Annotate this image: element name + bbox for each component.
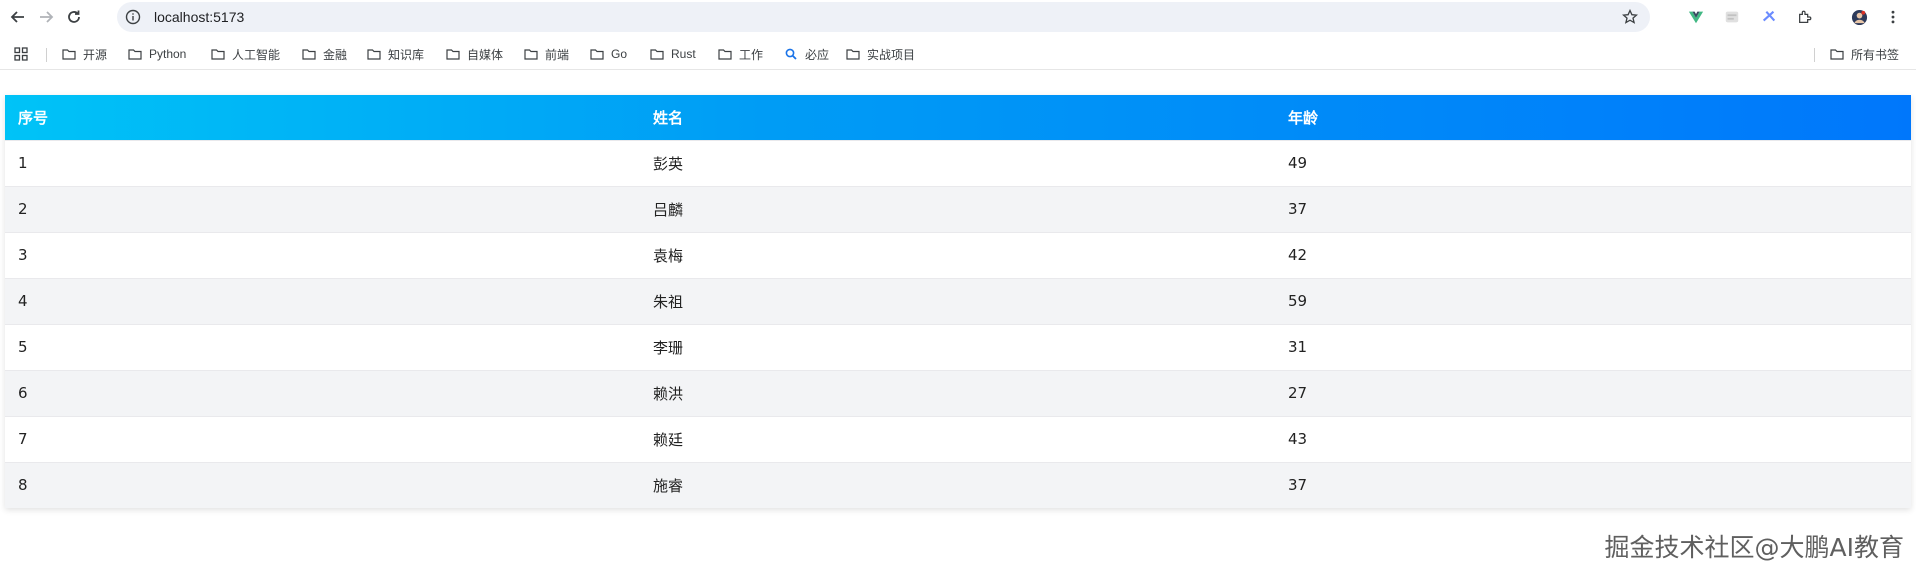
bookmark-folder[interactable]: 自媒体 <box>446 44 503 64</box>
cell-index: 1 <box>5 139 640 186</box>
cell-name: 施睿 <box>640 461 1275 508</box>
bookmark-folder[interactable]: 知识库 <box>367 44 424 64</box>
cell-name: 彭英 <box>640 139 1275 186</box>
folder-icon <box>211 49 225 60</box>
cell-age: 49 <box>1275 139 1911 186</box>
search-icon <box>785 48 797 60</box>
folder-icon <box>446 49 460 60</box>
cell-age: 37 <box>1275 461 1911 508</box>
bookmark-star-icon[interactable] <box>1622 9 1638 25</box>
profile-avatar-icon[interactable] <box>1850 8 1868 26</box>
cell-name: 袁梅 <box>640 231 1275 278</box>
bookmark-folder[interactable]: 实战项目 <box>846 44 915 64</box>
bookmark-label: Python <box>149 47 187 61</box>
table-row: 4 朱祖 59 <box>5 277 1911 324</box>
cell-age: 31 <box>1275 323 1911 370</box>
all-bookmarks-label: 所有书签 <box>1851 47 1900 62</box>
url-text: localhost:5173 <box>154 9 245 25</box>
bookmark-folder[interactable]: 人工智能 <box>211 44 280 64</box>
cell-index: 5 <box>5 323 640 370</box>
cell-name: 李珊 <box>640 323 1275 370</box>
cell-name: 吕麟 <box>640 185 1275 232</box>
bookmark-folder[interactable]: Go <box>590 44 627 64</box>
bookmark-label: 金融 <box>323 47 348 62</box>
cell-index: 8 <box>5 461 640 508</box>
cell-name: 赖廷 <box>640 415 1275 462</box>
folder-icon <box>128 49 142 60</box>
table-row: 3 袁梅 42 <box>5 231 1911 278</box>
cell-index: 7 <box>5 415 640 462</box>
more-menu-icon[interactable] <box>1884 8 1902 26</box>
bookmark-folder[interactable]: Rust <box>650 44 696 64</box>
apps-grid-icon[interactable] <box>14 44 35 64</box>
bookmark-label: 必应 <box>805 47 830 62</box>
cell-index: 3 <box>5 231 640 278</box>
table-row: 2 吕麟 37 <box>5 185 1911 232</box>
cell-age: 27 <box>1275 369 1911 416</box>
puzzle-icon[interactable] <box>1796 8 1814 26</box>
folder-icon <box>718 49 732 60</box>
data-table: 序号 姓名 年龄 1 彭英 49 2 吕麟 37 3 袁梅 42 4 朱祖 59 5 李珊 31 6… <box>5 95 1911 508</box>
extension-icon[interactable] <box>1723 8 1741 26</box>
table-header-row: 序号 姓名 年龄 <box>5 95 1911 140</box>
bookmark-label: 实战项目 <box>867 47 916 62</box>
bookmarks-separator <box>46 48 47 62</box>
bookmark-label: 知识库 <box>388 47 425 62</box>
table-row: 8 施睿 37 <box>5 461 1911 508</box>
table-row: 6 赖洪 27 <box>5 369 1911 416</box>
bookmark-folder[interactable]: 开源 <box>62 44 107 64</box>
bookmark-label: 人工智能 <box>232 47 281 62</box>
bookmark-label: Rust <box>671 47 696 61</box>
folder-icon <box>62 49 76 60</box>
folder-icon <box>524 49 538 60</box>
back-button[interactable] <box>6 5 30 29</box>
table-row: 1 彭英 49 <box>5 139 1911 186</box>
reload-button[interactable] <box>62 5 86 29</box>
cell-index: 2 <box>5 185 640 232</box>
cell-name: 朱祖 <box>640 277 1275 324</box>
translate-extension-icon[interactable] <box>1760 8 1778 26</box>
bookmark-folder[interactable]: 金融 <box>302 44 347 64</box>
cell-index: 4 <box>5 277 640 324</box>
bookmark-folder[interactable]: 工作 <box>718 44 763 64</box>
cell-age: 37 <box>1275 185 1911 232</box>
bookmark-folder[interactable]: 前端 <box>524 44 569 64</box>
arrow-right-icon <box>40 11 54 23</box>
bookmarks-separator <box>1814 48 1815 62</box>
folder-icon <box>590 49 604 60</box>
table-row: 5 李珊 31 <box>5 323 1911 370</box>
bookmark-label: 工作 <box>739 47 764 62</box>
folder-icon <box>650 49 664 60</box>
reload-icon <box>68 10 80 23</box>
all-bookmarks-folder[interactable]: 所有书签 <box>1830 44 1899 64</box>
bookmark-folder[interactable]: Python <box>128 44 186 64</box>
header-index: 序号 <box>18 108 49 127</box>
cell-age: 42 <box>1275 231 1911 278</box>
folder-icon <box>367 49 381 60</box>
cell-age: 43 <box>1275 415 1911 462</box>
folder-icon <box>1830 49 1844 60</box>
bookmark-link[interactable]: 必应 <box>784 44 829 64</box>
table-row: 7 赖廷 43 <box>5 415 1911 462</box>
watermark: 掘金技术社区@大鹏AI教育 <box>1604 533 1904 562</box>
header-name: 姓名 <box>653 108 684 127</box>
bookmark-label: 开源 <box>83 47 108 62</box>
info-icon[interactable] <box>125 9 141 25</box>
cell-index: 6 <box>5 369 640 416</box>
cell-age: 59 <box>1275 277 1911 324</box>
folder-icon <box>846 49 860 60</box>
vue-devtools-icon[interactable] <box>1687 8 1705 26</box>
bookmarks-bar: 开源 Python 人工智能 金融 知识库 自媒体 前端 Go Rust 工作 … <box>0 38 1916 70</box>
address-bar[interactable]: localhost:5173 <box>117 2 1650 32</box>
forward-button[interactable] <box>34 5 58 29</box>
header-age: 年龄 <box>1288 108 1319 127</box>
bookmark-label: 自媒体 <box>467 47 504 62</box>
browser-toolbar: localhost:5173 <box>0 0 1916 34</box>
arrow-left-icon <box>10 11 24 23</box>
folder-icon <box>302 49 316 60</box>
bookmark-label: 前端 <box>545 47 570 62</box>
bookmark-label: Go <box>611 47 628 61</box>
cell-name: 赖洪 <box>640 369 1275 416</box>
